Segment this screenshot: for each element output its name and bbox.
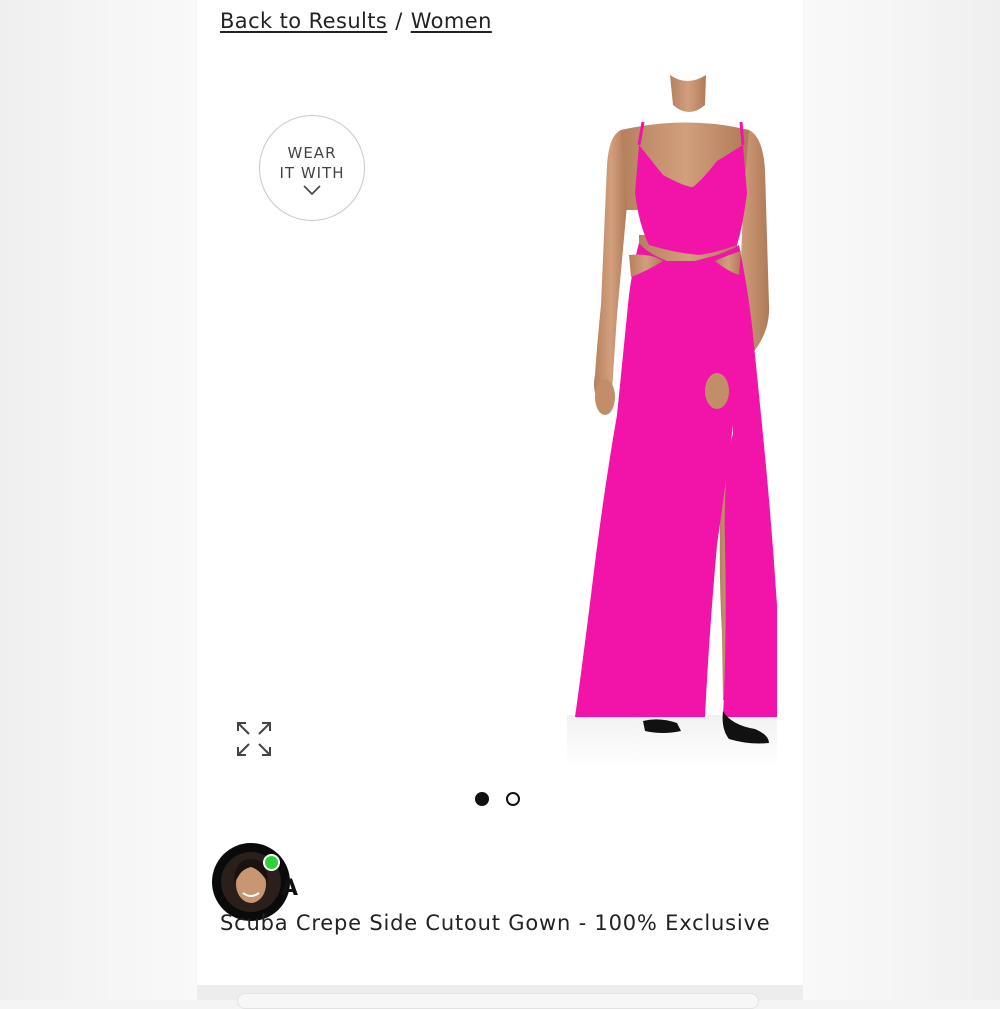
gallery-dot-2[interactable] bbox=[506, 792, 520, 806]
background-right bbox=[803, 0, 1000, 1000]
expand-image-button[interactable] bbox=[235, 720, 273, 758]
seller-avatar[interactable] bbox=[212, 843, 290, 921]
product-title: Scuba Crepe Side Cutout Gown - 100% Excl… bbox=[220, 911, 771, 935]
brand-name-fragment: A bbox=[281, 876, 299, 901]
gallery-dot-1[interactable] bbox=[475, 792, 489, 806]
online-status-indicator bbox=[263, 854, 280, 871]
bottom-input-pill[interactable] bbox=[237, 993, 759, 1009]
expand-arrows-icon bbox=[237, 722, 271, 756]
wear-it-with-button[interactable]: WEAR IT WITH bbox=[259, 115, 365, 221]
category-link-women[interactable]: Women bbox=[411, 9, 492, 33]
breadcrumb: Back to Results / Women bbox=[220, 9, 492, 33]
back-to-results-link[interactable]: Back to Results bbox=[220, 9, 387, 33]
wear-it-with-line2: IT WITH bbox=[279, 164, 345, 182]
background-left bbox=[0, 0, 197, 1000]
dress-model-illustration bbox=[567, 75, 777, 767]
chevron-down-icon bbox=[303, 185, 321, 195]
product-image[interactable] bbox=[377, 75, 777, 767]
bottom-bar bbox=[197, 985, 803, 1009]
breadcrumb-separator: / bbox=[395, 9, 403, 33]
wear-it-with-line1: WEAR bbox=[287, 144, 337, 162]
product-page: Back to Results / Women WEAR IT WITH A S… bbox=[197, 0, 803, 985]
seller-photo bbox=[221, 852, 281, 912]
